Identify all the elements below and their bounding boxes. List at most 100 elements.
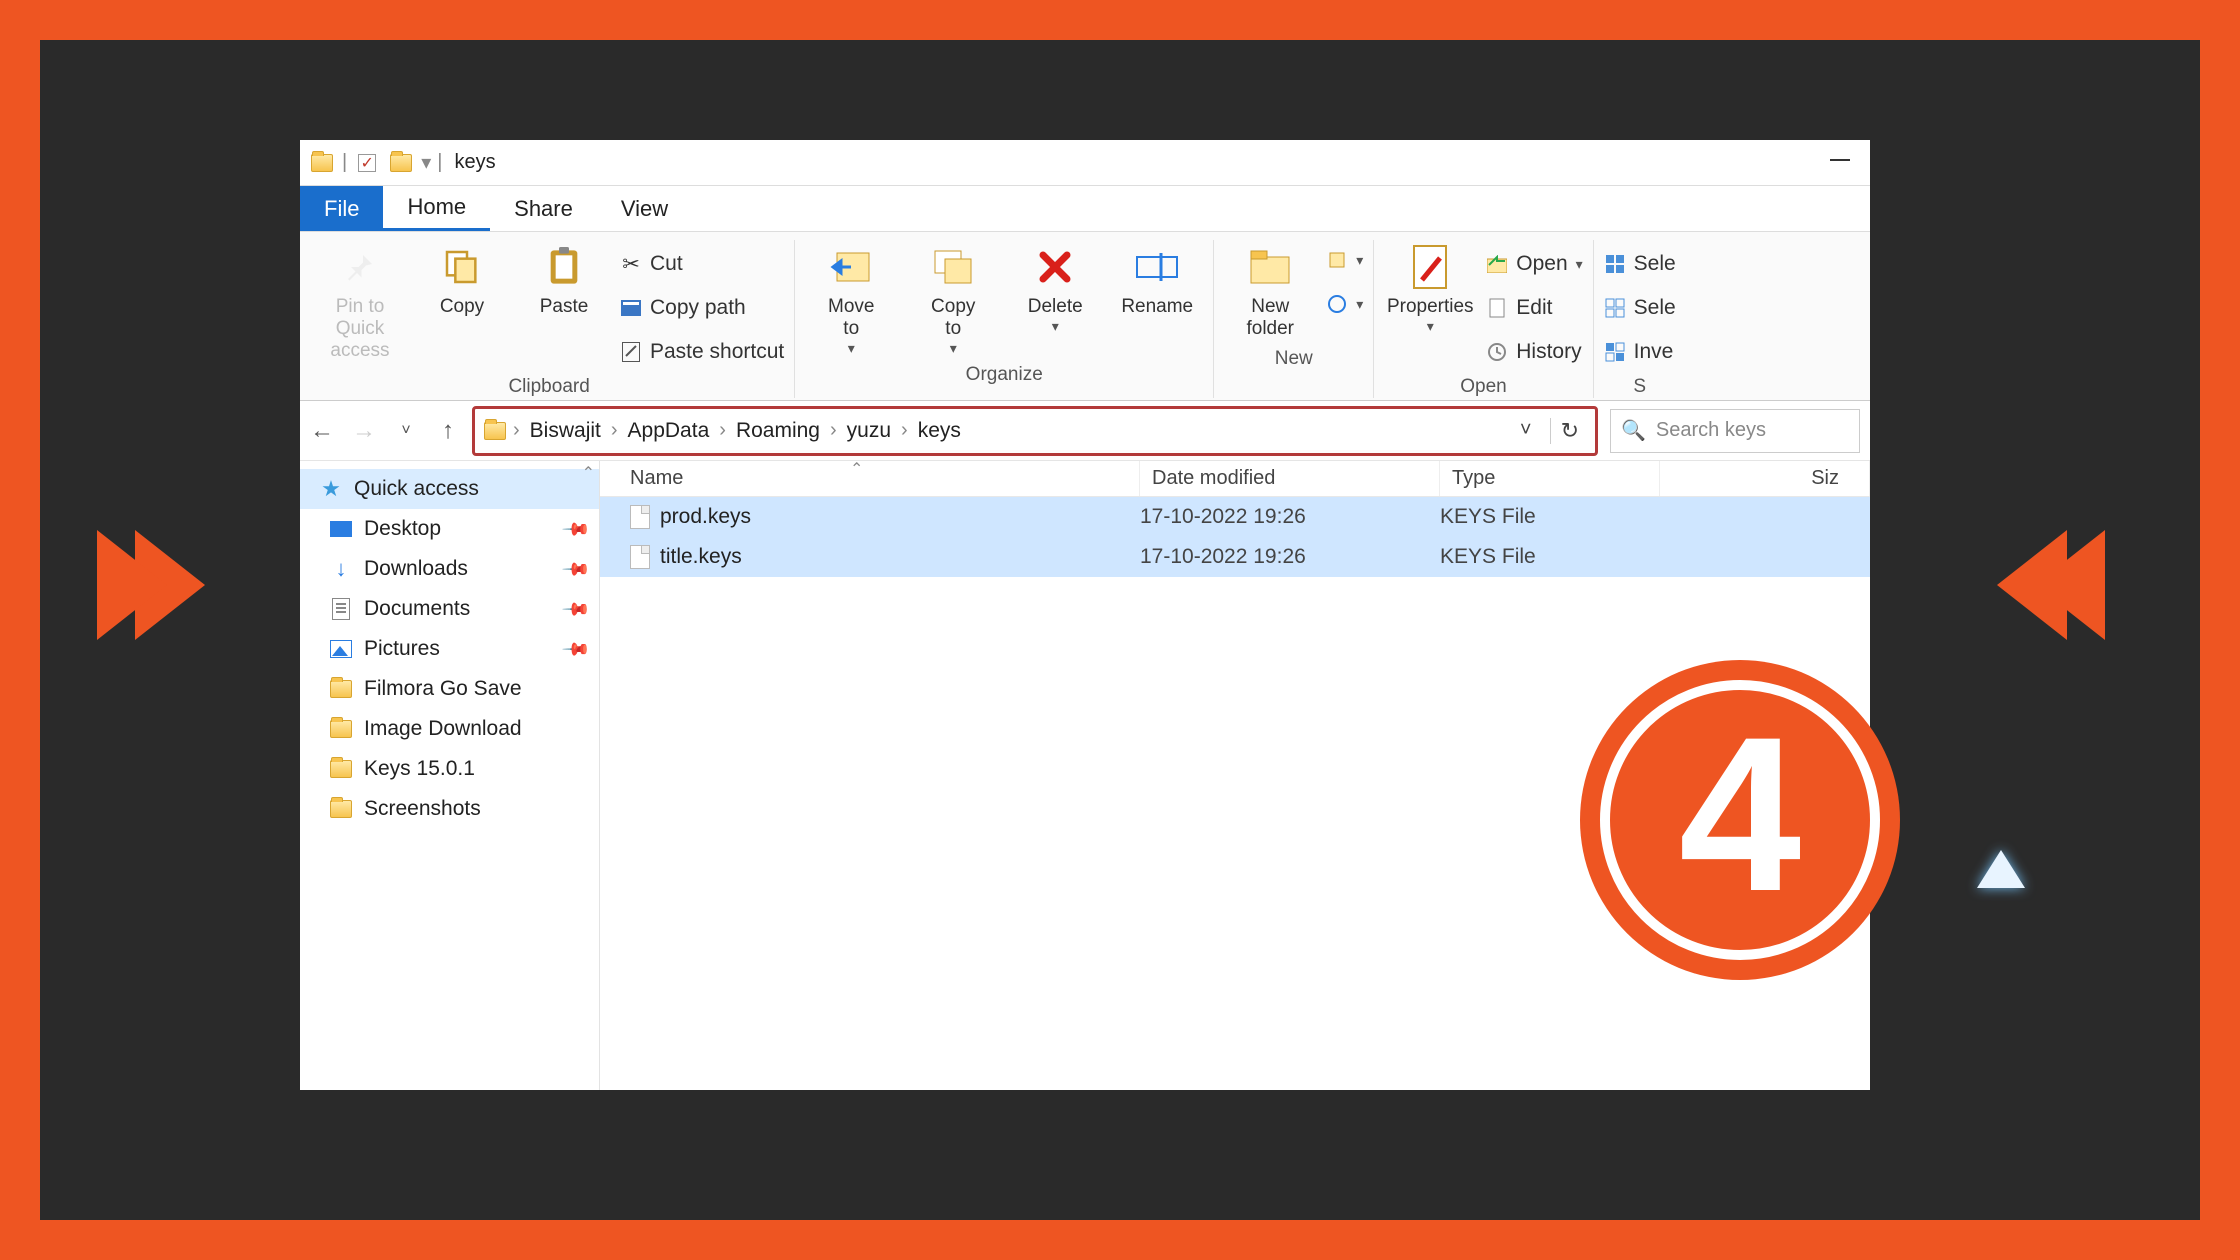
nav-up-button[interactable]: ↑ [436,417,460,445]
new-folder-button[interactable]: New folder [1224,240,1316,344]
sidebar-item-pictures[interactable]: Pictures 📌 [300,629,599,669]
column-header-size[interactable]: Siz [1660,461,1870,496]
copy-button[interactable]: Copy [416,240,508,322]
pin-icon [337,244,383,290]
titlebar: | ✓ ▾ | keys [300,140,1870,186]
nav-recent-button[interactable]: ˅ [394,422,418,440]
sidebar-item-folder[interactable]: Screenshots [300,789,599,829]
sidebar-item-downloads[interactable]: ↓ Downloads 📌 [300,549,599,589]
folder-icon [330,798,352,820]
invert-selection-button[interactable]: Inve [1604,332,1676,372]
open-button[interactable]: Open ▾ [1486,244,1582,284]
copy-to-button[interactable]: Copy to▾ [907,240,999,360]
copy-path-button[interactable]: Copy path [620,288,784,328]
delete-button[interactable]: Delete▾ [1009,240,1101,338]
move-to-icon [828,244,874,290]
file-icon [630,505,650,529]
search-icon: 🔍 [1621,418,1646,443]
document-icon [330,598,352,620]
group-label-organize: Organize [966,364,1043,386]
move-to-button[interactable]: Move to▾ [805,240,897,360]
copy-path-icon [620,297,642,319]
folder-icon [387,149,415,177]
history-icon [1486,341,1508,363]
sidebar-item-folder[interactable]: Image Download [300,709,599,749]
new-item-button[interactable]: ▾ [1326,240,1363,280]
star-icon: ★ [320,478,342,500]
ribbon-tabs: File Home Share View [300,186,1870,232]
copy-to-icon [930,244,976,290]
prev-slide-button[interactable] [135,530,205,640]
paste-button[interactable]: Paste [518,240,610,322]
file-icon [630,545,650,569]
pictures-icon [330,638,352,660]
ribbon: Pin to Quick access Copy Paste [300,232,1870,401]
invert-icon [1604,341,1626,363]
group-label-new: New [1275,348,1313,370]
easy-access-button[interactable]: ▾ [1326,284,1363,324]
address-history-button[interactable]: ˅ [1512,419,1540,442]
sidebar-item-desktop[interactable]: Desktop 📌 [300,509,599,549]
ribbon-group-clipboard: Pin to Quick access Copy Paste [304,240,795,398]
pin-icon: 📌 [560,514,591,545]
folder-icon [330,678,352,700]
tab-file[interactable]: File [300,186,383,231]
minimize-button[interactable] [1820,150,1860,170]
search-input[interactable]: 🔍 Search keys [1610,409,1860,453]
tab-share[interactable]: Share [490,186,597,231]
breadcrumb-segment[interactable]: yuzu [841,417,897,445]
scroll-up-icon[interactable]: ⌃ [582,463,595,483]
breadcrumb-segment[interactable]: AppData [622,417,716,445]
dark-frame: | ✓ ▾ | keys File Home Share View [40,40,2200,1220]
pin-icon: 📌 [560,594,591,625]
desktop-icon [330,518,352,540]
address-bar[interactable]: › Biswajit › AppData › Roaming › yuzu › … [472,406,1598,456]
sidebar-item-folder[interactable]: Keys 15.0.1 [300,749,599,789]
next-slide-button[interactable] [1997,530,2105,640]
qat-checkbox-icon[interactable]: ✓ [353,149,381,177]
sidebar-item-folder[interactable]: Filmora Go Save [300,669,599,709]
edit-icon [1486,297,1508,319]
refresh-button[interactable]: ↻ [1550,418,1589,444]
breadcrumb-segment[interactable]: Biswajit [524,417,607,445]
file-row[interactable]: title.keys 17-10-2022 19:26 KEYS File [600,537,1870,577]
paste-shortcut-icon [620,341,642,363]
paste-icon [541,244,587,290]
history-button[interactable]: History [1486,332,1582,372]
sidebar-item-documents[interactable]: Documents 📌 [300,589,599,629]
nav-forward-button[interactable]: → [352,417,376,445]
navigation-pane: ⌃ ★ Quick access Desktop 📌 ↓ Downloads 📌 [300,461,600,1090]
delete-icon [1032,244,1078,290]
scissors-icon: ✂ [620,253,642,275]
open-icon [1486,253,1508,275]
navigation-bar: ← → ˅ ↑ › Biswajit › AppData › Roaming ›… [300,401,1870,461]
select-all-button[interactable]: Sele [1604,244,1676,284]
column-header-name[interactable]: Name [600,461,1140,496]
cut-button[interactable]: ✂ Cut [620,244,784,284]
file-row[interactable]: prod.keys 17-10-2022 19:26 KEYS File [600,497,1870,537]
sidebar-quick-access[interactable]: ★ Quick access [300,469,599,509]
rename-button[interactable]: Rename [1111,240,1203,322]
select-all-icon [1604,253,1626,275]
tab-view[interactable]: View [597,186,692,231]
select-none-button[interactable]: Sele [1604,288,1676,328]
paste-shortcut-button[interactable]: Paste shortcut [620,332,784,372]
tab-home[interactable]: Home [383,186,490,231]
new-item-icon [1326,249,1348,271]
column-header-date[interactable]: Date modified [1140,461,1440,496]
nav-back-button[interactable]: ← [310,417,334,445]
properties-button[interactable]: Properties▾ [1384,240,1476,338]
download-icon: ↓ [330,558,352,580]
ribbon-group-select: Sele Sele Inve S [1594,240,1686,398]
breadcrumb-segment[interactable]: Roaming [730,417,826,445]
pin-to-quick-access-button[interactable]: Pin to Quick access [314,240,406,366]
edit-button[interactable]: Edit [1486,288,1582,328]
ribbon-group-organize: Move to▾ Copy to▾ Delete▾ [795,240,1214,398]
select-none-icon [1604,297,1626,319]
column-header-type[interactable]: Type [1440,461,1660,496]
breadcrumb-segment[interactable]: keys [912,417,967,445]
step-number-badge: 4 [1580,660,1900,980]
ribbon-group-new: New folder ▾ ▾ New [1214,240,1374,398]
sort-indicator-icon: ⌃ [850,461,863,479]
folder-icon [308,149,336,177]
